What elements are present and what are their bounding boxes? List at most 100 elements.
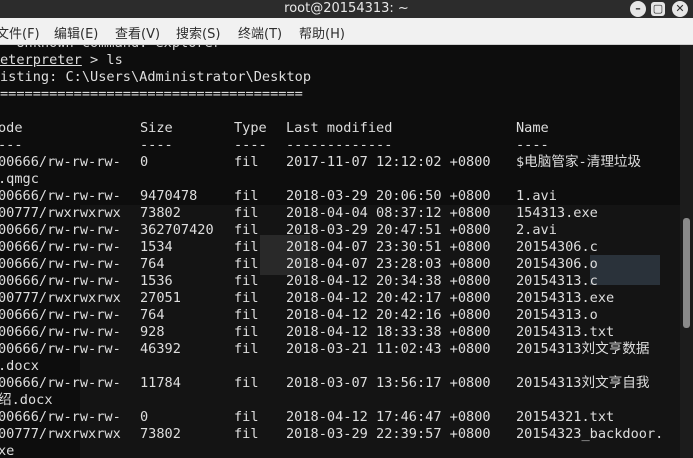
scrollbar-thumb[interactable] (683, 218, 690, 328)
header-dash-size: ---- (140, 137, 173, 153)
header-type: Type (234, 120, 267, 136)
cell-name: 20154313.txt (516, 324, 615, 340)
cell-name: 20154306.c (516, 239, 598, 255)
partial-output-line: Unknown command: explorer (0, 45, 221, 52)
cell-size: 764 (140, 256, 165, 272)
cell-size: 1536 (140, 273, 173, 289)
cell-modified: 2018-04-12 18:33:38 +0800 (286, 324, 491, 340)
cell-mode: 00666/rw-rw-rw- (0, 154, 121, 170)
prompt-line: eterpreter > ls (0, 52, 123, 69)
cell-mode: 00777/rwxrwxrwx (0, 426, 121, 442)
cell-size: 764 (140, 307, 165, 323)
cell-mode: 00666/rw-rw-rw- (0, 256, 121, 272)
cell-size: 928 (140, 324, 165, 340)
cell-size: 1534 (140, 239, 173, 255)
cell-size: 0 (140, 154, 149, 170)
cell-type: fil (234, 307, 259, 323)
cell-modified: 2017-11-07 12:12:02 +0800 (286, 154, 491, 170)
header-dash-modified: ------------- (286, 137, 393, 153)
menu-terminal[interactable]: 终端(T) (238, 23, 282, 42)
table-row-continuation: xe (0, 443, 15, 458)
cell-modified: 2018-04-12 20:34:38 +0800 (286, 273, 491, 289)
cell-modified: 2018-03-29 20:47:51 +0800 (286, 222, 491, 238)
cell-size: 11784 (140, 375, 181, 391)
minimize-icon[interactable]: – (630, 1, 646, 17)
header-dash-name: ---- (516, 137, 549, 153)
table-row-continuation: .qmgc (0, 171, 39, 187)
window-title: root@20154313: ~ (284, 1, 409, 16)
cell-modified: 2018-04-12 20:42:16 +0800 (286, 307, 491, 323)
cell-modified: 2018-04-12 20:42:17 +0800 (286, 290, 491, 306)
menu-file[interactable]: 文件(F) (0, 23, 40, 42)
close-icon[interactable]: ✕ (672, 1, 688, 17)
table-row-continuation: 绍.docx (0, 392, 53, 408)
cell-mode: 00666/rw-rw-rw- (0, 188, 121, 204)
menu-help[interactable]: 帮助(H) (299, 23, 345, 42)
cell-type: fil (234, 239, 259, 255)
header-dash-type: ---- (234, 137, 267, 153)
header-name: Name (516, 120, 549, 136)
cell-type: fil (234, 256, 259, 272)
header-size: Size (140, 120, 173, 136)
cell-mode: 00666/rw-rw-rw- (0, 273, 121, 289)
cell-size: 27051 (140, 290, 181, 306)
cell-size: 73802 (140, 205, 181, 221)
cell-type: fil (234, 426, 259, 442)
cell-type: fil (234, 154, 259, 170)
cell-modified: 2018-04-04 08:37:12 +0800 (286, 205, 491, 221)
terminal-output[interactable]: Unknown command: explorereterpreter > ls… (0, 45, 680, 458)
cell-modified: 2018-03-21 11:02:43 +0800 (286, 341, 491, 357)
cell-mode: 00777/rwxrwxrwx (0, 290, 121, 306)
cell-type: fil (234, 222, 259, 238)
cell-type: fil (234, 188, 259, 204)
meterpreter-prompt: eterpreter (0, 52, 82, 68)
header-mode: ode (0, 120, 23, 136)
cell-type: fil (234, 341, 259, 357)
cell-modified: 2018-04-07 23:30:51 +0800 (286, 239, 491, 255)
cell-type: fil (234, 205, 259, 221)
cell-name: 20154313.c (516, 273, 598, 289)
cell-name: 154313.exe (516, 205, 598, 221)
cell-modified: 2018-03-29 20:06:50 +0800 (286, 188, 491, 204)
table-row-continuation: .docx (0, 358, 39, 374)
header-dash-mode: --- (0, 137, 23, 153)
command-text: > ls (81, 52, 123, 68)
cell-mode: 00666/rw-rw-rw- (0, 239, 121, 255)
cell-size: 73802 (140, 426, 181, 442)
cell-mode: 00777/rwxrwxrwx (0, 205, 121, 221)
cell-name: 20154321.txt (516, 409, 615, 425)
cell-type: fil (234, 409, 259, 425)
cell-modified: 2018-04-12 17:46:47 +0800 (286, 409, 491, 425)
cell-mode: 00666/rw-rw-rw- (0, 375, 121, 391)
header-modified: Last modified (286, 120, 393, 136)
background-thumbnail-ghost (590, 255, 660, 285)
cell-name: 20154323_backdoor. (516, 426, 664, 442)
cell-name: 1.avi (516, 188, 557, 204)
cell-name: 2.avi (516, 222, 557, 238)
cell-name: 20154313刘文亨数据 (516, 341, 650, 357)
maximize-icon[interactable]: ▢ (651, 2, 665, 16)
cell-modified: 2018-03-29 22:39:57 +0800 (286, 426, 491, 442)
cell-modified: 2018-03-07 13:56:17 +0800 (286, 375, 491, 391)
window-titlebar: root@20154313: ~ – ▢ ✕ (0, 0, 693, 18)
cell-name: 20154313.exe (516, 290, 615, 306)
cell-mode: 00666/rw-rw-rw- (0, 307, 121, 323)
listing-line: isting: C:\Users\Administrator\Desktop (0, 69, 311, 85)
cell-name: 20154313刘文亨自我 (516, 375, 650, 391)
cell-name: $电脑管家-清理垃圾 (516, 154, 642, 170)
menu-edit[interactable]: 编辑(E) (54, 23, 98, 42)
cell-type: fil (234, 324, 259, 340)
menu-view[interactable]: 查看(V) (115, 23, 160, 42)
cell-type: fil (234, 290, 259, 306)
cell-mode: 00666/rw-rw-rw- (0, 222, 121, 238)
cell-type: fil (234, 375, 259, 391)
cell-mode: 00666/rw-rw-rw- (0, 409, 121, 425)
cell-name: 20154313.o (516, 307, 598, 323)
cell-name: 20154306.o (516, 256, 598, 272)
cell-mode: 00666/rw-rw-rw- (0, 324, 121, 340)
menu-search[interactable]: 搜索(S) (176, 23, 220, 42)
cell-mode: 00666/rw-rw-rw- (0, 341, 121, 357)
menu-bar: 文件(F) 编辑(E) 查看(V) 搜索(S) 终端(T) 帮助(H) (0, 18, 693, 45)
cell-size: 46392 (140, 341, 181, 357)
cell-size: 362707420 (140, 222, 214, 238)
